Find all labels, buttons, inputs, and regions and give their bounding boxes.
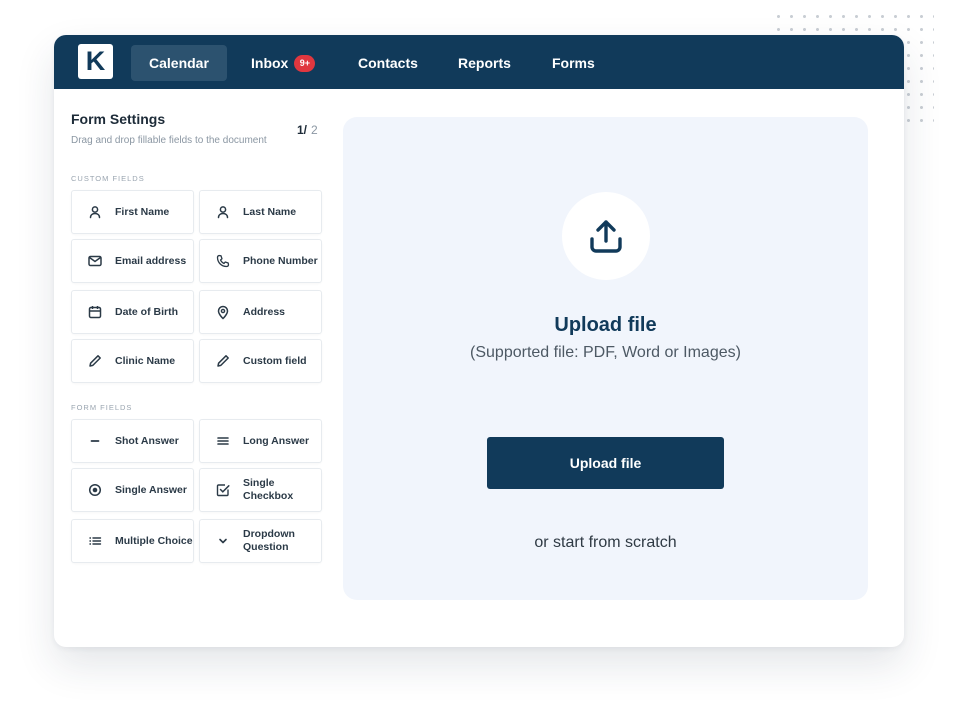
upload-file-button[interactable]: Upload file: [487, 437, 724, 489]
field-date-of-birth[interactable]: Date of Birth: [71, 290, 194, 334]
field-label: Single Answer: [115, 483, 187, 496]
field-single-answer[interactable]: Single Answer: [71, 468, 194, 512]
person-icon: [217, 206, 229, 219]
top-nav: K Calendar Inbox 9+ Contacts Reports Form…: [54, 35, 904, 89]
panel-subtitle: Drag and drop fillable fields to the doc…: [71, 135, 267, 146]
field-clinic-name[interactable]: Clinic Name: [71, 339, 194, 383]
field-label: Long Answer: [243, 434, 310, 447]
nav-item-label: Inbox: [251, 55, 289, 71]
field-email-address[interactable]: Email address: [71, 239, 194, 283]
field-label: Last Name: [243, 205, 297, 218]
field-label: Phone Number: [243, 254, 318, 267]
field-last-name[interactable]: Last Name: [199, 190, 322, 234]
nav-item-calendar[interactable]: Calendar: [131, 45, 227, 81]
app-logo[interactable]: K: [78, 44, 113, 79]
field-short-answer[interactable]: Shot Answer: [71, 419, 194, 463]
start-from-scratch-link[interactable]: or start from scratch: [343, 534, 868, 552]
nav-item-label: Contacts: [358, 55, 418, 71]
radio-icon: [88, 483, 102, 497]
field-label: Clinic Name: [115, 354, 176, 367]
panel-title: Form Settings: [71, 111, 166, 127]
field-label: Custom field: [243, 354, 307, 367]
pencil-icon: [217, 355, 229, 367]
field-dropdown-question[interactable]: Dropdown Question: [199, 519, 322, 563]
field-label: Date of Birth: [115, 305, 178, 318]
field-custom-field[interactable]: Custom field: [199, 339, 322, 383]
pencil-icon: [89, 355, 101, 367]
upload-icon: [590, 220, 622, 253]
upload-drop-zone[interactable]: Upload file (Supported file: PDF, Word o…: [343, 117, 868, 600]
field-label: First Name: [115, 205, 170, 218]
phone-icon: [216, 254, 230, 268]
field-label: Multiple Choice: [115, 534, 193, 547]
custom-fields-heading: CUSTOM FIELDS: [71, 174, 145, 183]
nav-item-label: Reports: [458, 55, 511, 71]
lines-icon: [217, 437, 229, 445]
page-current: 1/: [297, 123, 308, 137]
person-icon: [89, 206, 101, 219]
field-label: Shot Answer: [115, 434, 179, 447]
form-fields-heading: FORM FIELDS: [71, 403, 133, 412]
field-multiple-choice[interactable]: Multiple Choice: [71, 519, 194, 563]
field-long-answer[interactable]: Long Answer: [199, 419, 322, 463]
envelope-icon: [88, 255, 102, 267]
location-pin-icon: [217, 305, 229, 320]
field-label: Single Checkbox: [243, 477, 294, 502]
field-first-name[interactable]: First Name: [71, 190, 194, 234]
chevron-down-icon: [219, 538, 227, 544]
nav-item-label: Forms: [552, 55, 595, 71]
nav-item-reports[interactable]: Reports: [440, 45, 529, 81]
minus-icon: [90, 440, 100, 442]
page-total[interactable]: 2: [311, 123, 318, 137]
nav-item-inbox[interactable]: Inbox 9+: [233, 45, 333, 81]
upload-subtitle: (Supported file: PDF, Word or Images): [470, 344, 741, 361]
field-label: Address: [243, 305, 286, 318]
calendar-icon: [88, 306, 102, 319]
nav-item-forms[interactable]: Forms: [534, 45, 613, 81]
field-single-checkbox[interactable]: Single Checkbox: [199, 468, 322, 512]
upload-icon-circle[interactable]: [562, 192, 650, 280]
nav-item-label: Calendar: [149, 55, 209, 71]
nav-item-contacts[interactable]: Contacts: [340, 45, 436, 81]
upload-title: Upload file: [554, 314, 657, 336]
list-icon: [89, 537, 102, 545]
app-window: K Calendar Inbox 9+ Contacts Reports Form…: [54, 35, 904, 647]
inbox-count-badge: 9+: [294, 54, 316, 72]
field-label: Dropdown Question: [243, 528, 295, 553]
checkbox-icon: [216, 484, 230, 497]
field-address[interactable]: Address: [199, 290, 322, 334]
field-label: Email address: [115, 254, 187, 267]
field-phone-number[interactable]: Phone Number: [199, 239, 322, 283]
page-indicator[interactable]: 1/2: [297, 123, 318, 137]
